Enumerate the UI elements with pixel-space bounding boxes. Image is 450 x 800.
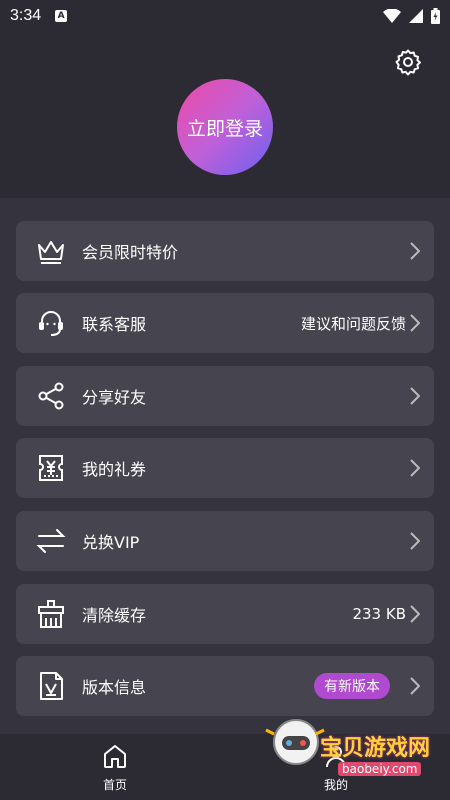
chevron-right-icon — [410, 605, 420, 623]
chevron-right-icon — [410, 387, 420, 405]
watermark-title: 宝贝游戏网 — [320, 736, 431, 761]
headset-icon — [39, 311, 63, 336]
menu-label: 联系客服 — [82, 315, 147, 334]
battery-icon — [431, 8, 440, 24]
menu-label: 版本信息 — [82, 678, 147, 697]
menu-item-vip-offer[interactable]: 会员限时特价 — [16, 221, 434, 281]
cell-signal-icon — [409, 9, 423, 23]
chevron-right-icon — [410, 459, 420, 477]
home-icon — [104, 745, 126, 768]
menu-item-coupons[interactable]: 我的礼券 — [16, 438, 434, 498]
menu-item-customer-service[interactable]: 联系客服 建议和问题反馈 — [16, 293, 434, 353]
new-version-badge: 有新版本 — [314, 673, 390, 699]
tab-home[interactable]: 首页 — [75, 742, 155, 793]
menu-label: 兑换VIP — [82, 533, 140, 552]
menu-label: 分享好友 — [82, 388, 147, 407]
login-label: 立即登录 — [186, 117, 263, 140]
cache-size: 233 KB — [352, 605, 406, 623]
exchange-icon — [36, 529, 66, 553]
menu-list: 会员限时特价 联系客服 建议和问题反馈 分享好友 我的礼券 兑换VIP 清除缓存… — [0, 198, 450, 734]
menu-label: 会员限时特价 — [82, 243, 179, 262]
status-icons — [383, 8, 440, 24]
chevron-right-icon — [410, 242, 420, 260]
version-info-icon — [40, 672, 63, 700]
tab-home-label: 首页 — [102, 778, 127, 792]
login-button[interactable]: 立即登录 — [177, 79, 273, 175]
clear-cache-icon — [38, 600, 64, 628]
profile-header: 立即登录 — [0, 32, 450, 198]
wifi-icon — [383, 9, 401, 23]
share-icon — [38, 382, 64, 410]
menu-item-redeem-vip[interactable]: 兑换VIP — [16, 511, 434, 571]
menu-label: 我的礼券 — [82, 460, 147, 479]
crown-icon — [38, 241, 64, 264]
feedback-text: 建议和问题反馈 — [300, 314, 406, 333]
gear-icon[interactable] — [394, 48, 422, 76]
coupon-icon — [39, 455, 63, 481]
menu-item-share[interactable]: 分享好友 — [16, 366, 434, 426]
status-time: 3:34 — [10, 7, 42, 24]
menu-label: 清除缓存 — [82, 606, 147, 625]
chevron-right-icon — [410, 314, 420, 332]
watermark-url: baobeiy.com — [338, 762, 422, 776]
watermark: 宝贝游戏网 baobeiy.com — [260, 700, 430, 790]
chevron-right-icon — [410, 677, 420, 695]
menu-item-clear-cache[interactable]: 清除缓存 233 KB — [16, 584, 434, 644]
a-icon: A — [55, 10, 68, 22]
chevron-right-icon — [410, 532, 420, 550]
status-bar: 3:34 A — [0, 0, 450, 32]
